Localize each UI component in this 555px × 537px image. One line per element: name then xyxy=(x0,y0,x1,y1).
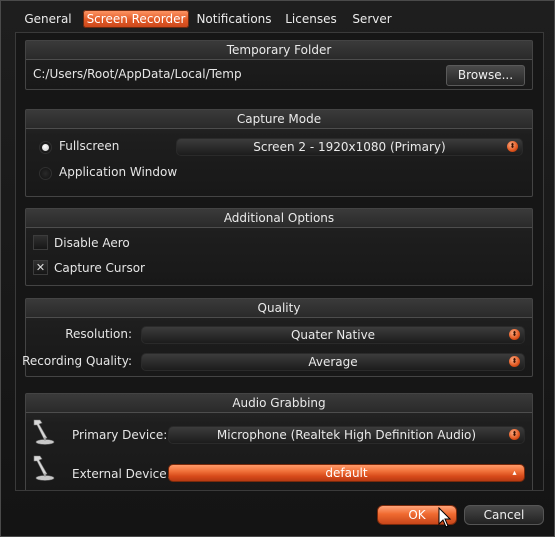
quality-title: Quality xyxy=(26,299,532,318)
capture-mode-group: Capture Mode Fullscreen Application Wind… xyxy=(25,109,533,197)
capture-mode-title: Capture Mode xyxy=(26,110,532,129)
capture-cursor-checkbox[interactable]: ✕ xyxy=(33,260,48,275)
external-device-label: External Device: xyxy=(72,467,171,481)
browse-button[interactable]: Browse... xyxy=(446,65,525,86)
audio-grabbing-group: Audio Grabbing Primary Device: Microphon… xyxy=(25,393,533,490)
tab-general[interactable]: General xyxy=(17,10,79,28)
dropdown-arrow-icon: ⬍ xyxy=(509,329,520,340)
resolution-select[interactable]: Quater Native ⬍ xyxy=(141,326,525,344)
application-window-label: Application Window xyxy=(59,165,178,179)
capture-cursor-label: Capture Cursor xyxy=(54,261,145,275)
recording-quality-select[interactable]: Average ⬍ xyxy=(141,353,525,371)
temporary-folder-group: Temporary Folder C:/Users/Root/AppData/L… xyxy=(25,40,533,90)
dropdown-arrow-icon: ⬍ xyxy=(507,141,518,152)
additional-options-group: Additional Options Disable Aero ✕ Captur… xyxy=(25,208,533,286)
microphone-icon xyxy=(33,419,55,445)
settings-window: General Screen Recorder Notifications Li… xyxy=(0,0,555,537)
tab-screen-recorder[interactable]: Screen Recorder xyxy=(83,10,189,28)
recording-quality-select-value: Average xyxy=(308,355,358,369)
screen-select-value: Screen 2 - 1920x1080 (Primary) xyxy=(253,140,446,154)
screen-select[interactable]: Screen 2 - 1920x1080 (Primary) ⬍ xyxy=(176,138,523,156)
resolution-label: Resolution: xyxy=(65,327,132,341)
cancel-button[interactable]: Cancel xyxy=(464,505,544,525)
tab-content-panel: Temporary Folder C:/Users/Root/AppData/L… xyxy=(15,32,544,491)
tab-notifications[interactable]: Notifications xyxy=(195,10,273,28)
temporary-folder-path: C:/Users/Root/AppData/Local/Temp xyxy=(33,67,242,81)
dropdown-arrow-icon: ⬍ xyxy=(509,356,520,367)
tab-licenses[interactable]: Licenses xyxy=(281,10,341,28)
disable-aero-label: Disable Aero xyxy=(54,236,130,250)
mouse-pointer-icon xyxy=(438,507,452,528)
resolution-select-value: Quater Native xyxy=(290,328,376,342)
recording-quality-label: Recording Quality: xyxy=(22,354,132,368)
disable-aero-checkbox[interactable] xyxy=(33,235,48,250)
additional-options-title: Additional Options xyxy=(26,209,532,228)
quality-group: Quality Resolution: Quater Native ⬍ Reco… xyxy=(22,298,533,377)
external-device-select[interactable]: default ▴ xyxy=(168,464,525,482)
fullscreen-label: Fullscreen xyxy=(59,139,120,153)
external-device-select-value: default xyxy=(325,466,368,480)
microphone-icon xyxy=(33,455,55,481)
primary-device-label: Primary Device: xyxy=(72,428,168,442)
dropdown-arrow-icon: ⬍ xyxy=(509,429,520,440)
dropdown-arrow-icon: ▴ xyxy=(512,468,517,477)
tab-server[interactable]: Server xyxy=(347,10,397,28)
primary-device-select-value: Microphone (Realtek High Definition Audi… xyxy=(216,428,477,442)
audio-grabbing-title: Audio Grabbing xyxy=(26,394,532,413)
fullscreen-radio[interactable] xyxy=(39,141,52,154)
primary-device-select[interactable]: Microphone (Realtek High Definition Audi… xyxy=(168,426,525,444)
application-window-radio[interactable] xyxy=(39,167,52,180)
temporary-folder-title: Temporary Folder xyxy=(26,41,532,60)
